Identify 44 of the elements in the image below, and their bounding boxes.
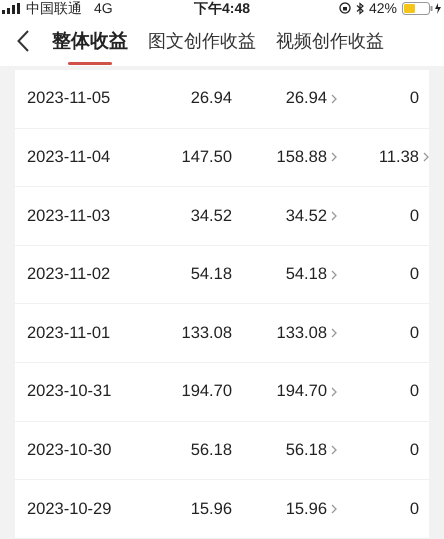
battery-icon [402, 2, 442, 14]
table-cell-text: 26.94 [190, 88, 232, 110]
table-cell-text: 194.70 [180, 381, 232, 402]
lock-rotation-icon [338, 2, 351, 14]
table-cell-text: 133.08 [180, 322, 232, 344]
table-cell-text: 2023-11-03 [27, 206, 112, 227]
table-cell-text: 2023-10-31 [27, 381, 112, 402]
table-cell-text: 54.18 [190, 264, 232, 286]
table-cell-text: 2023-11-05 [27, 88, 112, 110]
tab[interactable]: 图文创作收益 [148, 18, 256, 64]
battery-percent: 42% [368, 1, 397, 15]
table-cell-text: 2023-10-29 [27, 498, 112, 520]
table-cell-text: 0 [410, 88, 419, 110]
table-cell-text: 54.18 [286, 264, 327, 286]
table-cell-text: 56.18 [190, 440, 232, 461]
table-cell-text: 56.18 [286, 440, 327, 461]
table-cell-text: 26.94 [286, 88, 327, 110]
table-cell-text: 2023-11-01 [27, 322, 112, 344]
table-cell-text: 147.50 [180, 147, 232, 168]
carrier-name: 中国联通 [26, 1, 82, 15]
back-icon [17, 30, 29, 52]
table-cell-text: 0 [410, 206, 419, 227]
tab[interactable]: 整体收益 [52, 18, 128, 64]
table-cell-text: 194.70 [276, 381, 327, 402]
table-cell-text: 2023-11-02 [27, 264, 112, 286]
table-cell-text: 2023-10-30 [27, 440, 112, 461]
table-cell-text: 158.88 [276, 147, 327, 168]
table-cell-text: 15.96 [190, 498, 232, 520]
table-cell-text: 0 [410, 381, 419, 402]
table-cell-text: 11.38 [378, 147, 419, 168]
tab[interactable]: 视频创作收益 [276, 18, 384, 64]
table-cell-text: 0 [410, 498, 419, 520]
table-cell-text: 0 [410, 440, 419, 461]
table-cell-text: 34.52 [190, 206, 232, 227]
clock-time: 下午4:48 [194, 1, 250, 15]
signal-icon [2, 2, 22, 14]
table-cell-text: 0 [410, 322, 419, 344]
network-type: 4G [94, 1, 113, 15]
table-cell-text: 2023-11-04 [27, 147, 112, 168]
table-cell-text: 133.08 [276, 322, 327, 344]
table-cell-text: 15.96 [286, 498, 327, 520]
bluetooth-icon [356, 2, 364, 14]
table-cell-text: 0 [410, 264, 419, 286]
table-cell-text: 34.52 [286, 206, 327, 227]
